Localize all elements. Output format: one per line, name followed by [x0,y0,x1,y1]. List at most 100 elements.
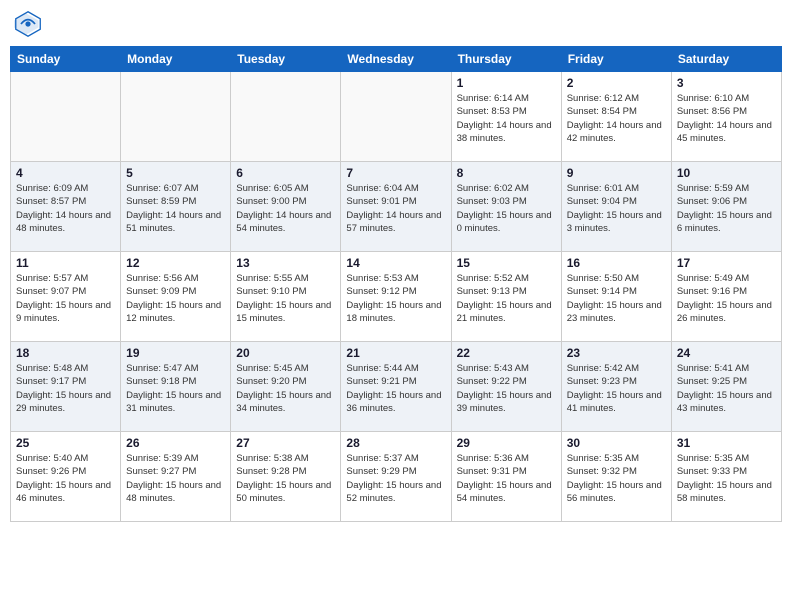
calendar-day-cell: 4Sunrise: 6:09 AMSunset: 8:57 PMDaylight… [11,162,121,252]
day-number: 11 [16,256,115,270]
day-number: 5 [126,166,225,180]
calendar-week-row: 1 Sunrise: 6:14 AMSunset: 8:53 PMDaylight… [11,72,782,162]
day-info: Sunrise: 5:39 AMSunset: 9:27 PMDaylight:… [126,452,225,505]
day-info: Sunrise: 5:38 AMSunset: 9:28 PMDaylight:… [236,452,335,505]
day-number: 7 [346,166,445,180]
day-of-week-header: Tuesday [231,47,341,72]
calendar-day-cell: 9Sunrise: 6:01 AMSunset: 9:04 PMDaylight… [561,162,671,252]
day-number: 10 [677,166,776,180]
day-info: Sunrise: 6:10 AMSunset: 8:56 PMDaylight:… [677,92,776,145]
day-number: 27 [236,436,335,450]
calendar-day-cell: 3 Sunrise: 6:10 AMSunset: 8:56 PMDaylight… [671,72,781,162]
day-info: Sunrise: 6:09 AMSunset: 8:57 PMDaylight:… [16,182,115,235]
day-number: 14 [346,256,445,270]
calendar-week-row: 11 Sunrise: 5:57 AMSunset: 9:07 PMDayligh… [11,252,782,342]
day-of-week-header: Sunday [11,47,121,72]
page-header [10,10,782,38]
day-of-week-header: Friday [561,47,671,72]
calendar-day-cell: 12 Sunrise: 5:56 AMSunset: 9:09 PMDayligh… [121,252,231,342]
calendar-day-cell: 7Sunrise: 6:04 AMSunset: 9:01 PMDaylight… [341,162,451,252]
calendar-day-cell: 13Sunrise: 5:55 AMSunset: 9:10 PMDayligh… [231,252,341,342]
logo-icon [14,10,42,38]
day-of-week-header: Wednesday [341,47,451,72]
day-number: 26 [126,436,225,450]
day-info: Sunrise: 5:43 AMSunset: 9:22 PMDaylight:… [457,362,556,415]
calendar-day-cell [121,72,231,162]
day-info: Sunrise: 6:12 AMSunset: 8:54 PMDaylight:… [567,92,666,145]
day-info: Sunrise: 5:44 AMSunset: 9:21 PMDaylight:… [346,362,445,415]
day-number: 1 [457,76,556,90]
day-info: Sunrise: 6:14 AMSunset: 8:53 PMDaylight:… [457,92,556,145]
calendar-day-cell: 24 Sunrise: 5:41 AMSunset: 9:25 PMDayligh… [671,342,781,432]
calendar-day-cell: 5Sunrise: 6:07 AMSunset: 8:59 PMDaylight… [121,162,231,252]
day-number: 12 [126,256,225,270]
calendar-week-row: 25 Sunrise: 5:40 AMSunset: 9:26 PMDayligh… [11,432,782,522]
calendar-table: SundayMondayTuesdayWednesdayThursdayFrid… [10,46,782,522]
day-info: Sunrise: 5:35 AMSunset: 9:33 PMDaylight:… [677,452,776,505]
calendar-day-cell: 25 Sunrise: 5:40 AMSunset: 9:26 PMDayligh… [11,432,121,522]
day-of-week-header: Thursday [451,47,561,72]
day-number: 30 [567,436,666,450]
calendar-day-cell: 15 Sunrise: 5:52 AMSunset: 9:13 PMDayligh… [451,252,561,342]
calendar-day-cell [11,72,121,162]
calendar-day-cell: 26 Sunrise: 5:39 AMSunset: 9:27 PMDayligh… [121,432,231,522]
day-number: 24 [677,346,776,360]
day-info: Sunrise: 6:05 AMSunset: 9:00 PMDaylight:… [236,182,335,235]
calendar-day-cell: 19Sunrise: 5:47 AMSunset: 9:18 PMDayligh… [121,342,231,432]
day-info: Sunrise: 5:42 AMSunset: 9:23 PMDaylight:… [567,362,666,415]
calendar-header-row: SundayMondayTuesdayWednesdayThursdayFrid… [11,47,782,72]
day-info: Sunrise: 5:57 AMSunset: 9:07 PMDaylight:… [16,272,115,325]
day-number: 25 [16,436,115,450]
calendar-week-row: 18 Sunrise: 5:48 AMSunset: 9:17 PMDayligh… [11,342,782,432]
calendar-day-cell: 10 Sunrise: 5:59 AMSunset: 9:06 PMDayligh… [671,162,781,252]
calendar-day-cell: 22 Sunrise: 5:43 AMSunset: 9:22 PMDayligh… [451,342,561,432]
calendar-day-cell: 1 Sunrise: 6:14 AMSunset: 8:53 PMDaylight… [451,72,561,162]
day-number: 6 [236,166,335,180]
day-number: 29 [457,436,556,450]
calendar-day-cell: 21Sunrise: 5:44 AMSunset: 9:21 PMDayligh… [341,342,451,432]
day-number: 2 [567,76,666,90]
day-info: Sunrise: 5:56 AMSunset: 9:09 PMDaylight:… [126,272,225,325]
day-number: 23 [567,346,666,360]
calendar-day-cell: 27 Sunrise: 5:38 AMSunset: 9:28 PMDayligh… [231,432,341,522]
day-number: 15 [457,256,556,270]
day-number: 20 [236,346,335,360]
day-info: Sunrise: 5:41 AMSunset: 9:25 PMDaylight:… [677,362,776,415]
day-info: Sunrise: 5:52 AMSunset: 9:13 PMDaylight:… [457,272,556,325]
day-number: 28 [346,436,445,450]
day-info: Sunrise: 5:36 AMSunset: 9:31 PMDaylight:… [457,452,556,505]
calendar-day-cell: 17 Sunrise: 5:49 AMSunset: 9:16 PMDayligh… [671,252,781,342]
day-number: 8 [457,166,556,180]
day-of-week-header: Saturday [671,47,781,72]
day-info: Sunrise: 5:40 AMSunset: 9:26 PMDaylight:… [16,452,115,505]
day-number: 22 [457,346,556,360]
calendar-day-cell: 29 Sunrise: 5:36 AMSunset: 9:31 PMDayligh… [451,432,561,522]
calendar-day-cell: 2 Sunrise: 6:12 AMSunset: 8:54 PMDaylight… [561,72,671,162]
calendar-day-cell: 30Sunrise: 5:35 AMSunset: 9:32 PMDayligh… [561,432,671,522]
day-info: Sunrise: 5:37 AMSunset: 9:29 PMDaylight:… [346,452,445,505]
calendar-day-cell: 8 Sunrise: 6:02 AMSunset: 9:03 PMDaylight… [451,162,561,252]
day-info: Sunrise: 5:48 AMSunset: 9:17 PMDaylight:… [16,362,115,415]
day-info: Sunrise: 5:45 AMSunset: 9:20 PMDaylight:… [236,362,335,415]
day-number: 16 [567,256,666,270]
day-info: Sunrise: 6:02 AMSunset: 9:03 PMDaylight:… [457,182,556,235]
day-info: Sunrise: 5:59 AMSunset: 9:06 PMDaylight:… [677,182,776,235]
day-number: 31 [677,436,776,450]
calendar-day-cell: 20 Sunrise: 5:45 AMSunset: 9:20 PMDayligh… [231,342,341,432]
day-number: 19 [126,346,225,360]
calendar-day-cell: 6 Sunrise: 6:05 AMSunset: 9:00 PMDaylight… [231,162,341,252]
calendar-day-cell: 18 Sunrise: 5:48 AMSunset: 9:17 PMDayligh… [11,342,121,432]
logo [14,10,46,38]
day-info: Sunrise: 5:49 AMSunset: 9:16 PMDaylight:… [677,272,776,325]
day-number: 17 [677,256,776,270]
calendar-day-cell: 23 Sunrise: 5:42 AMSunset: 9:23 PMDayligh… [561,342,671,432]
calendar-day-cell: 14Sunrise: 5:53 AMSunset: 9:12 PMDayligh… [341,252,451,342]
calendar-day-cell: 31 Sunrise: 5:35 AMSunset: 9:33 PMDayligh… [671,432,781,522]
day-of-week-header: Monday [121,47,231,72]
calendar-day-cell: 28 Sunrise: 5:37 AMSunset: 9:29 PMDayligh… [341,432,451,522]
day-number: 9 [567,166,666,180]
calendar-week-row: 4Sunrise: 6:09 AMSunset: 8:57 PMDaylight… [11,162,782,252]
day-number: 18 [16,346,115,360]
calendar-day-cell: 16Sunrise: 5:50 AMSunset: 9:14 PMDayligh… [561,252,671,342]
day-number: 3 [677,76,776,90]
